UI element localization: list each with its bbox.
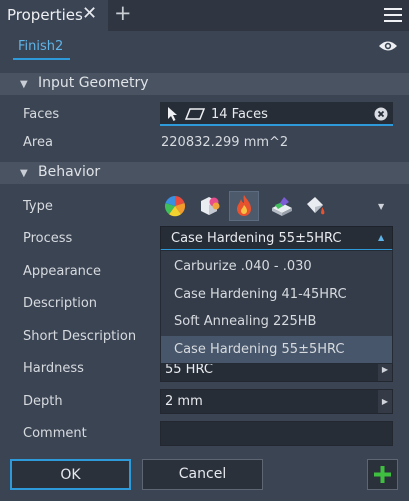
- short-description-label: Short Description: [23, 329, 137, 344]
- comment-field[interactable]: [160, 421, 393, 446]
- hamburger-menu-icon[interactable]: [384, 8, 402, 22]
- type-dropdown-arrow-icon[interactable]: ▼: [378, 202, 384, 211]
- hardness-label: Hardness: [23, 361, 84, 376]
- process-option[interactable]: Case Hardening 41-45HRC: [161, 281, 392, 308]
- section-title-input-geometry: Input Geometry: [38, 75, 149, 91]
- plus-icon: [374, 466, 391, 483]
- add-button[interactable]: [367, 459, 398, 490]
- collapse-triangle-icon[interactable]: ▼: [20, 79, 28, 90]
- appearance-label: Appearance: [23, 264, 102, 279]
- faces-label: Faces: [23, 107, 60, 122]
- process-option[interactable]: Carburize .040 - .030: [161, 253, 392, 280]
- process-label: Process: [23, 231, 73, 246]
- faces-value: 14 Faces: [211, 107, 268, 122]
- finish-name-underline: [13, 58, 70, 60]
- process-option-selected[interactable]: Case Hardening 55±5HRC: [161, 336, 392, 363]
- depth-spin-arrow-icon[interactable]: ▶: [378, 390, 392, 413]
- hardness-value: 55 HRC: [165, 362, 213, 377]
- area-value: 220832.299 mm^2: [161, 135, 289, 150]
- face-select-icon: [185, 108, 205, 120]
- process-value: Case Hardening 55±5HRC: [171, 231, 342, 246]
- flame-icon[interactable]: [233, 194, 255, 218]
- area-label: Area: [23, 135, 53, 150]
- process-option[interactable]: Soft Annealing 225HB: [161, 308, 392, 335]
- close-icon[interactable]: ✕: [82, 5, 97, 23]
- chevron-up-icon[interactable]: ▲: [378, 233, 384, 242]
- ok-button[interactable]: OK: [10, 459, 131, 490]
- collapse-triangle-icon[interactable]: ▼: [20, 168, 28, 179]
- process-dropdown-list: Carburize .040 - .030 Case Hardening 41-…: [160, 250, 393, 364]
- tab-title: Properties: [7, 6, 83, 24]
- color-wheel-icon[interactable]: [164, 195, 186, 217]
- paint-brush-icon[interactable]: [270, 195, 294, 217]
- type-label: Type: [23, 199, 53, 214]
- cancel-button[interactable]: Cancel: [142, 459, 263, 490]
- comment-label: Comment: [23, 426, 87, 441]
- section-title-behavior: Behavior: [38, 164, 101, 180]
- depth-label: Depth: [23, 394, 63, 409]
- cursor-arrow-icon: [168, 107, 177, 121]
- depth-value: 2 mm: [165, 394, 203, 409]
- eye-icon[interactable]: [378, 39, 398, 53]
- finish-name-link[interactable]: Finish2: [18, 39, 63, 54]
- add-tab-icon[interactable]: +: [114, 3, 132, 24]
- clear-selection-icon[interactable]: [374, 107, 388, 121]
- description-label: Description: [23, 296, 98, 311]
- cube-appearance-icon[interactable]: [198, 195, 220, 217]
- paint-bucket-icon[interactable]: [304, 194, 328, 218]
